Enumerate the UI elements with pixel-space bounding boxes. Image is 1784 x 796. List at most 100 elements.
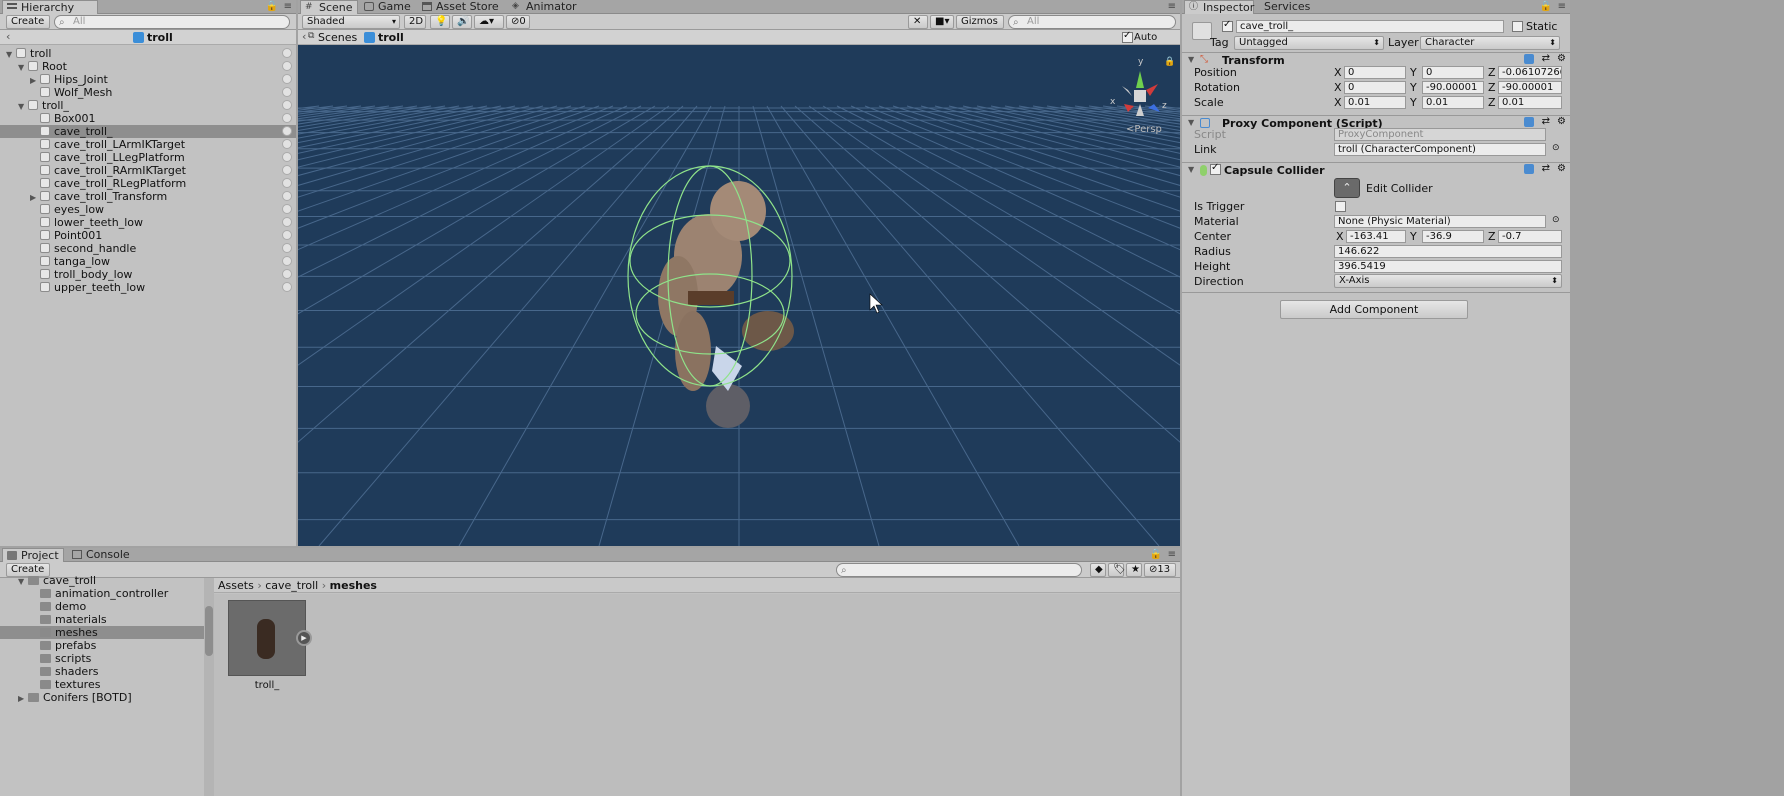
visibility-icon[interactable] [282,191,292,201]
object-name-field[interactable]: cave_troll_ [1236,20,1504,33]
capsule-collider-header[interactable]: ▼ Capsule Collider ⇄ ⚙ [1182,162,1570,177]
object-picker-icon[interactable]: ⊙ [1552,143,1560,153]
asset-item[interactable]: ▶ troll_ [228,600,312,692]
is-trigger-checkbox[interactable] [1335,201,1346,212]
camera-icon[interactable]: ■▾ [930,15,954,29]
active-checkbox[interactable] [1222,19,1233,32]
panel-menu-icon[interactable]: ≡ [1558,1,1566,12]
transform-y-field[interactable]: 0 [1422,66,1484,79]
visibility-icon[interactable] [282,152,292,162]
transform-z-field[interactable]: -90.00001 [1498,81,1562,94]
effects-toggle-icon[interactable]: ☁▾ [474,15,504,29]
gizmos-dropdown[interactable]: Gizmos ▾ [956,15,1004,39]
folder-tree-scrollbar[interactable] [204,578,214,796]
hierarchy-search-input[interactable]: ⌕ All [54,15,290,29]
foldout-arrow-icon[interactable]: ▶ [18,692,28,705]
visibility-icon[interactable] [282,113,292,123]
visibility-icon[interactable] [282,48,292,58]
help-icon[interactable] [1524,117,1534,127]
shading-dropdown[interactable]: Shaded ▾ [302,15,400,29]
scene-search-input[interactable]: ⌕ All [1008,15,1176,29]
edit-collider-button[interactable]: ⌃ [1334,178,1360,198]
capsule-enabled-checkbox[interactable] [1210,162,1221,175]
hierarchy-item[interactable]: troll_body_low [0,268,296,281]
visibility-icon[interactable] [282,74,292,84]
auto-save-checkbox[interactable] [1122,30,1133,43]
tab-inspector[interactable]: ⓘ Inspector [1184,0,1254,14]
hierarchy-item[interactable]: ▶ cave_troll_Transform [0,190,296,203]
material-field[interactable]: None (Physic Material) [1334,215,1546,228]
visibility-icon[interactable] [282,165,292,175]
folder-item[interactable]: meshes [0,626,204,639]
panel-menu-icon[interactable]: ≡ [1168,549,1176,560]
hidden-packages-toggle[interactable]: ⊘13 [1144,563,1176,577]
tab-scene[interactable]: # Scene [300,0,358,14]
visibility-icon[interactable] [282,243,292,253]
settings-gear-icon[interactable]: ⚙ [1557,53,1566,64]
tab-game[interactable]: Game [360,0,419,14]
hierarchy-item[interactable]: second_handle [0,242,296,255]
center-y-field[interactable]: -36.9 [1422,230,1484,243]
search-by-type-icon[interactable]: ◆ [1090,563,1106,577]
object-picker-icon[interactable]: ⊙ [1552,215,1560,225]
breadcrumb-scenes[interactable]: Scenes [318,30,357,45]
hierarchy-item[interactable]: cave_troll_RLegPlatform [0,177,296,190]
foldout-arrow-icon[interactable]: ▼ [1188,118,1198,127]
visibility-icon[interactable] [282,230,292,240]
settings-gear-icon[interactable]: ⚙ [1557,163,1566,174]
visibility-icon[interactable] [282,217,292,227]
transform-z-field[interactable]: 0.01 [1498,96,1562,109]
visibility-icon[interactable] [282,256,292,266]
folder-item[interactable]: textures [0,678,204,691]
settings-gear-icon[interactable]: ⚙ [1557,116,1566,127]
visibility-icon[interactable] [282,139,292,149]
scenes-back-icon[interactable]: ‹ [302,30,306,43]
panel-menu-icon[interactable]: ≡ [284,1,292,12]
tag-dropdown[interactable]: Untagged ⬍ [1234,36,1384,50]
transform-y-field[interactable]: 0.01 [1422,96,1484,109]
scrollbar-thumb[interactable] [205,606,213,656]
hierarchy-item[interactable]: tanga_low [0,255,296,268]
visibility-icon[interactable] [282,61,292,71]
add-component-button[interactable]: Add Component [1280,300,1468,319]
height-field[interactable]: 396.5419 [1334,260,1562,273]
hierarchy-item[interactable]: ▼ Root [0,60,296,73]
foldout-arrow-icon[interactable]: ▼ [1188,165,1198,174]
preset-icon[interactable]: ⇄ [1542,163,1550,174]
back-arrow-icon[interactable]: ‹ [6,30,10,43]
visibility-icon[interactable] [282,282,292,292]
folder-item[interactable]: prefabs [0,639,204,652]
audio-toggle-icon[interactable]: 🔊 [452,15,472,29]
folder-item[interactable]: scripts [0,652,204,665]
foldout-arrow-icon[interactable]: ▼ [1188,55,1198,64]
center-z-field[interactable]: -0.7 [1498,230,1562,243]
visibility-icon[interactable] [282,126,292,136]
hierarchy-item[interactable]: eyes_low [0,203,296,216]
toggle-2d-button[interactable]: 2D [404,15,426,29]
tab-asset-store[interactable]: Asset Store [418,0,507,14]
transform-x-field[interactable]: 0 [1344,81,1406,94]
visibility-icon[interactable] [282,269,292,279]
tab-console[interactable]: Console [68,548,138,562]
panel-menu-icon[interactable]: ≡ [1168,1,1176,12]
direction-dropdown[interactable]: X-Axis ⬍ [1334,274,1562,288]
folder-item[interactable]: demo [0,600,204,613]
persp-label[interactable]: <Persp [1126,124,1162,135]
visibility-icon[interactable] [282,178,292,188]
folder-item[interactable]: materials [0,613,204,626]
tools-icon[interactable]: ✕ [908,15,928,29]
transform-y-field[interactable]: -90.00001 [1422,81,1484,94]
tab-animator[interactable]: ◈ Animator [508,0,585,14]
lock-icon[interactable]: 🔒 [266,1,278,12]
lock-icon[interactable]: 🔒 [1164,56,1175,67]
layer-dropdown[interactable]: Character ⬍ [1420,36,1560,50]
scene-viewport[interactable]: y x z <Persp 🔒 [298,46,1180,546]
search-by-label-icon[interactable]: 🏷 [1108,563,1126,577]
hierarchy-item[interactable]: Wolf_Mesh [0,86,296,99]
visibility-icon[interactable] [282,100,292,110]
hierarchy-item[interactable]: cave_troll_ [0,125,296,138]
breadcrumb-assets[interactable]: Assets [218,579,254,592]
folder-item[interactable]: ▼ cave_troll [0,574,204,587]
help-icon[interactable] [1524,164,1534,174]
preset-icon[interactable]: ⇄ [1542,53,1550,64]
